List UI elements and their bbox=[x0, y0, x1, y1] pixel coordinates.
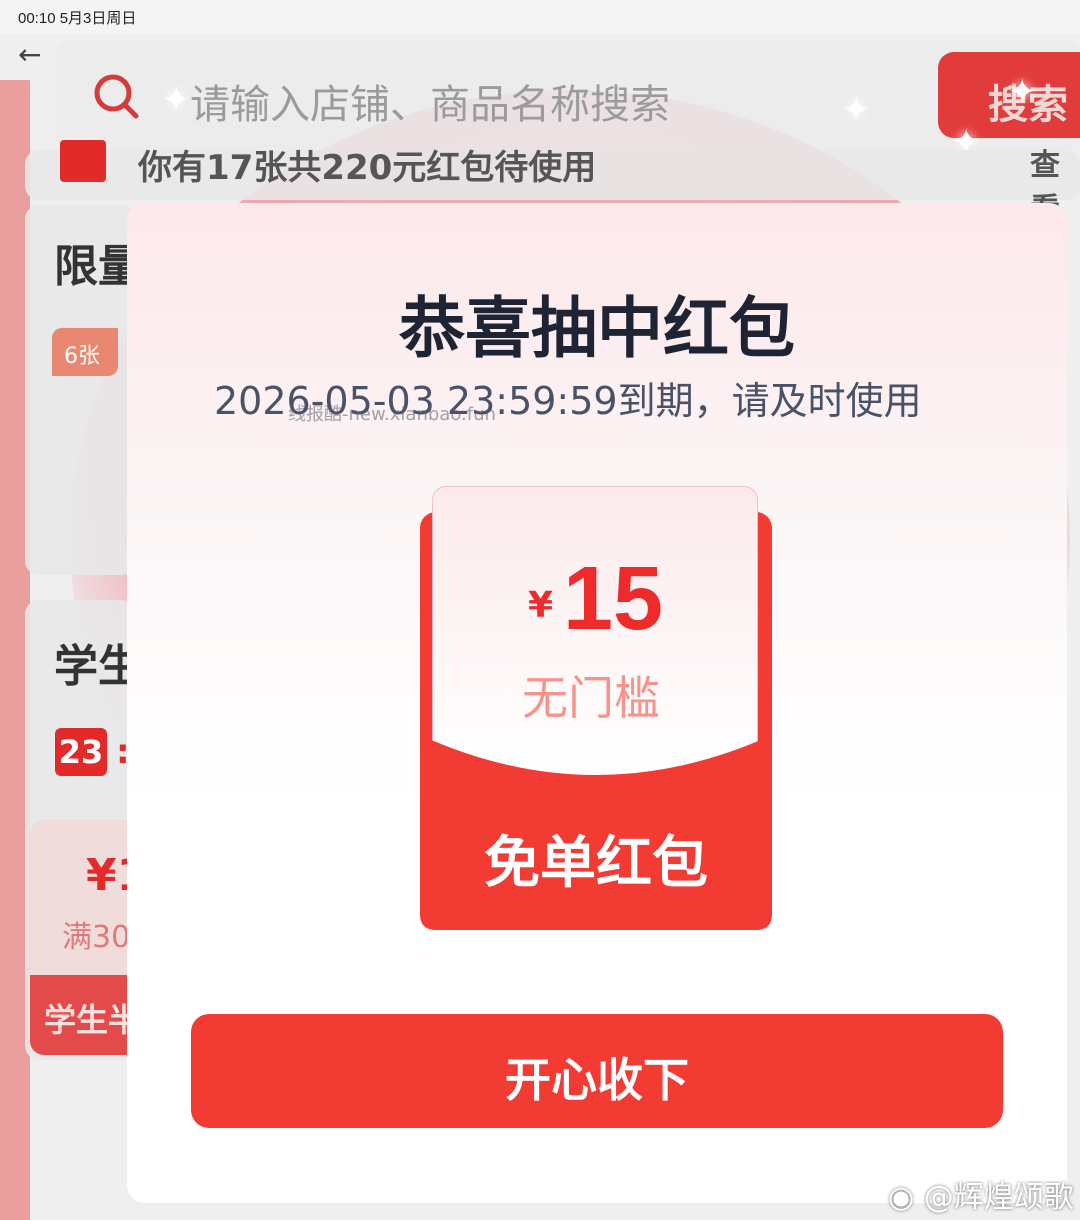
search-input[interactable]: 请输入店铺、商品名称搜索 bbox=[190, 72, 670, 130]
coupon-notice-text: 你有17张共220元红包待使用 bbox=[138, 148, 597, 188]
sparkle-icon: ✦ bbox=[162, 80, 191, 120]
sparkle-icon: ✦ bbox=[1008, 72, 1037, 112]
background-coupon-condition: 满30 bbox=[62, 920, 131, 955]
weibo-handle-text: @辉煌颂歌 bbox=[923, 1180, 1074, 1215]
back-arrow-icon[interactable]: ← bbox=[18, 38, 41, 71]
search-icon bbox=[94, 74, 139, 119]
status-time-date: 00:10 5月3日周日 bbox=[18, 10, 137, 27]
sparkle-icon: ✦ bbox=[842, 90, 871, 130]
watermark-text: 线报酷-new.xianbao.fun bbox=[288, 404, 496, 425]
modal-title: 恭喜抽中红包 bbox=[399, 290, 795, 367]
red-envelope-icon bbox=[60, 140, 106, 182]
threshold-label: 无门槛 bbox=[522, 671, 660, 725]
currency-symbol: ¥ bbox=[528, 585, 554, 626]
background-coupon-tag: 学生半 bbox=[44, 1001, 141, 1039]
status-bar: 00:10 5月3日周日 bbox=[0, 0, 1080, 34]
envelope-label: 免单红包 bbox=[484, 831, 708, 896]
countdown-hours: 23 bbox=[55, 728, 107, 776]
envelope-amount: 15 bbox=[563, 549, 664, 649]
weibo-icon: ◉ bbox=[888, 1180, 915, 1215]
accept-button[interactable]: 开心收下 bbox=[191, 1014, 1003, 1128]
weibo-handle: ◉ @辉煌颂歌 bbox=[888, 1172, 1074, 1216]
